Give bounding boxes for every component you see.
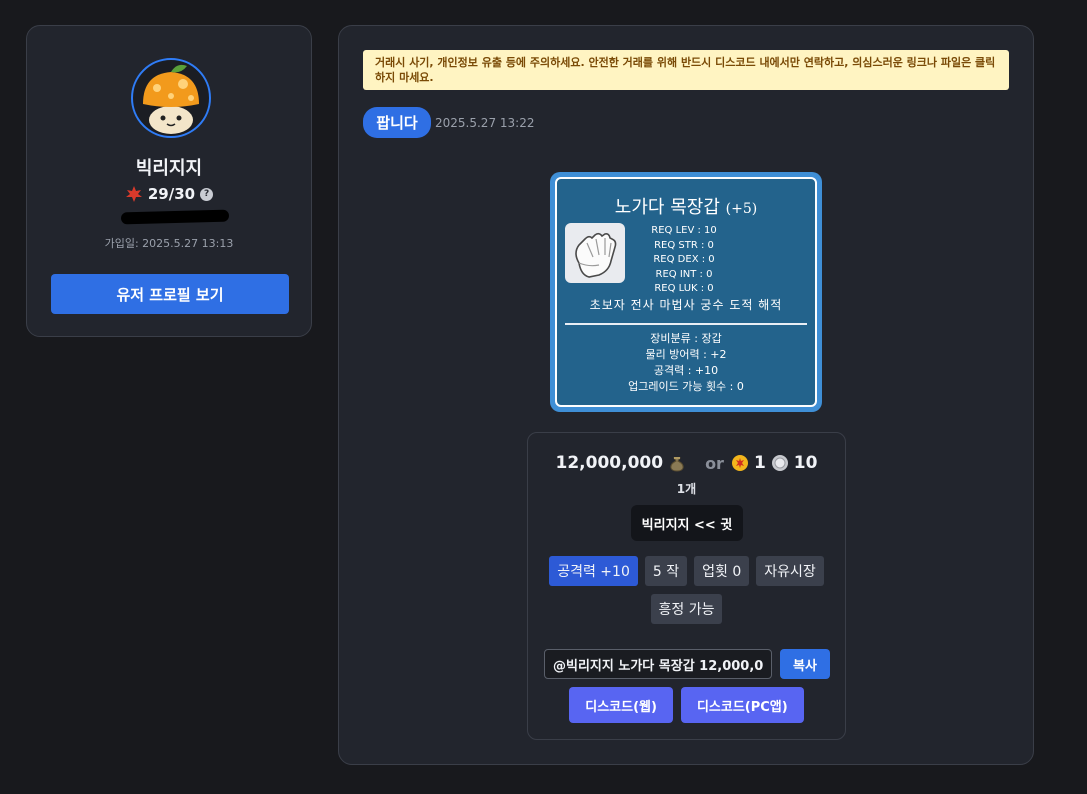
post-panel: 거래시 사기, 개인정보 유출 등에 주의하세요. 안전한 거래를 위해 반드시… xyxy=(338,25,1034,765)
safety-warning: 거래시 사기, 개인정보 유출 등에 주의하세요. 안전한 거래를 위해 반드시… xyxy=(363,50,1009,90)
silver-coin-icon xyxy=(771,455,788,471)
rating-value: 29/30 xyxy=(147,185,196,203)
item-stats: 장비분류 : 장갑 물리 방어력 : +2 공격력 : +10 업그레이드 가능… xyxy=(557,331,815,395)
tag-upgrades: 업횟 0 xyxy=(694,556,750,586)
maple-point-icon xyxy=(731,455,748,471)
view-profile-button[interactable]: 유저 프로필 보기 xyxy=(51,274,289,314)
req-str: REQ STR : 0 xyxy=(654,239,714,251)
item-name-text: 노가다 목장갑 xyxy=(614,197,720,218)
stat-upgrades: 업그레이드 가능 횟수 : 0 xyxy=(628,380,744,393)
req-level: REQ LEV : 10 xyxy=(651,225,717,236)
alt-price-1: 1 xyxy=(753,453,766,473)
item-tooltip: 노가다 목장갑 (+5) REQ LEV : 10 REQ STR : 0 RE… xyxy=(550,172,822,412)
stat-attack: 공격력 : +10 xyxy=(653,364,719,377)
username: 빅리지지 xyxy=(135,158,203,179)
stat-category: 장비분류 : 장갑 xyxy=(650,332,722,345)
profile-card: 빅리지지 29/30 ? 가입일: 2025.5.27 13:13 유저 프로필… xyxy=(26,25,312,337)
copy-button[interactable]: 복사 xyxy=(780,649,830,679)
req-luk: REQ LUK : 0 xyxy=(654,283,714,294)
tag-scrolls: 5 작 xyxy=(644,556,688,586)
item-tooltip-inner: 노가다 목장갑 (+5) REQ LEV : 10 REQ STR : 0 RE… xyxy=(555,177,817,407)
req-int: REQ INT : 0 xyxy=(655,268,713,280)
join-date: 가입일: 2025.5.27 13:13 xyxy=(104,237,234,250)
tag-row-2: 흥정 가능 xyxy=(528,594,845,624)
post-timestamp: 2025.5.27 13:22 xyxy=(435,116,535,130)
copy-text-field[interactable] xyxy=(544,649,772,679)
meso-price: 12,000,000 xyxy=(555,453,664,473)
job-list: 초보자 전사 마법사 궁수 도적 해적 xyxy=(589,298,783,312)
tag-free-market: 자유시장 xyxy=(756,556,824,586)
item-enhance: (+5) xyxy=(725,201,758,217)
seller-whisper-tag[interactable]: 빅리지지 << 귓 xyxy=(631,505,743,541)
alt-price-2: 10 xyxy=(793,453,818,473)
tag-row: 공격력 +10 5 작 업횟 0 자유시장 xyxy=(528,556,845,586)
sell-badge: 팝니다 xyxy=(363,107,431,138)
maple-leaf-icon xyxy=(125,186,142,202)
discord-web-button[interactable]: 디스코드(웹) xyxy=(569,687,673,723)
redacted-block xyxy=(120,209,230,225)
copy-row: 복사 xyxy=(544,649,830,679)
req-dex: REQ DEX : 0 xyxy=(653,254,715,265)
quantity: 1개 xyxy=(676,482,697,496)
tag-negotiable: 흥정 가능 xyxy=(650,594,723,624)
tooltip-divider xyxy=(565,323,807,325)
orange-mushroom-avatar-icon xyxy=(131,58,211,138)
discord-pc-button[interactable]: 디스코드(PC앱) xyxy=(680,687,804,723)
discord-buttons: 디스코드(웹) 디스코드(PC앱) xyxy=(528,687,845,723)
meso-bag-icon xyxy=(670,457,684,472)
rating: 29/30 ? xyxy=(27,185,311,203)
work-glove-icon xyxy=(565,223,625,283)
price-row: 12,000,000 or 1 10 xyxy=(528,453,845,473)
listing-card: 12,000,000 or 1 10 1개 빅리지지 << 귓 공격력 +10 … xyxy=(527,432,846,740)
or-label: or xyxy=(705,453,724,473)
requirements-list: REQ LEV : 10 REQ STR : 0 REQ DEX : 0 REQ… xyxy=(629,224,739,297)
tag-attack: 공격력 +10 xyxy=(549,556,638,586)
stat-defense: 물리 방어력 : +2 xyxy=(645,348,727,361)
item-name: 노가다 목장갑 (+5) xyxy=(557,193,815,219)
help-icon[interactable]: ? xyxy=(200,187,214,201)
